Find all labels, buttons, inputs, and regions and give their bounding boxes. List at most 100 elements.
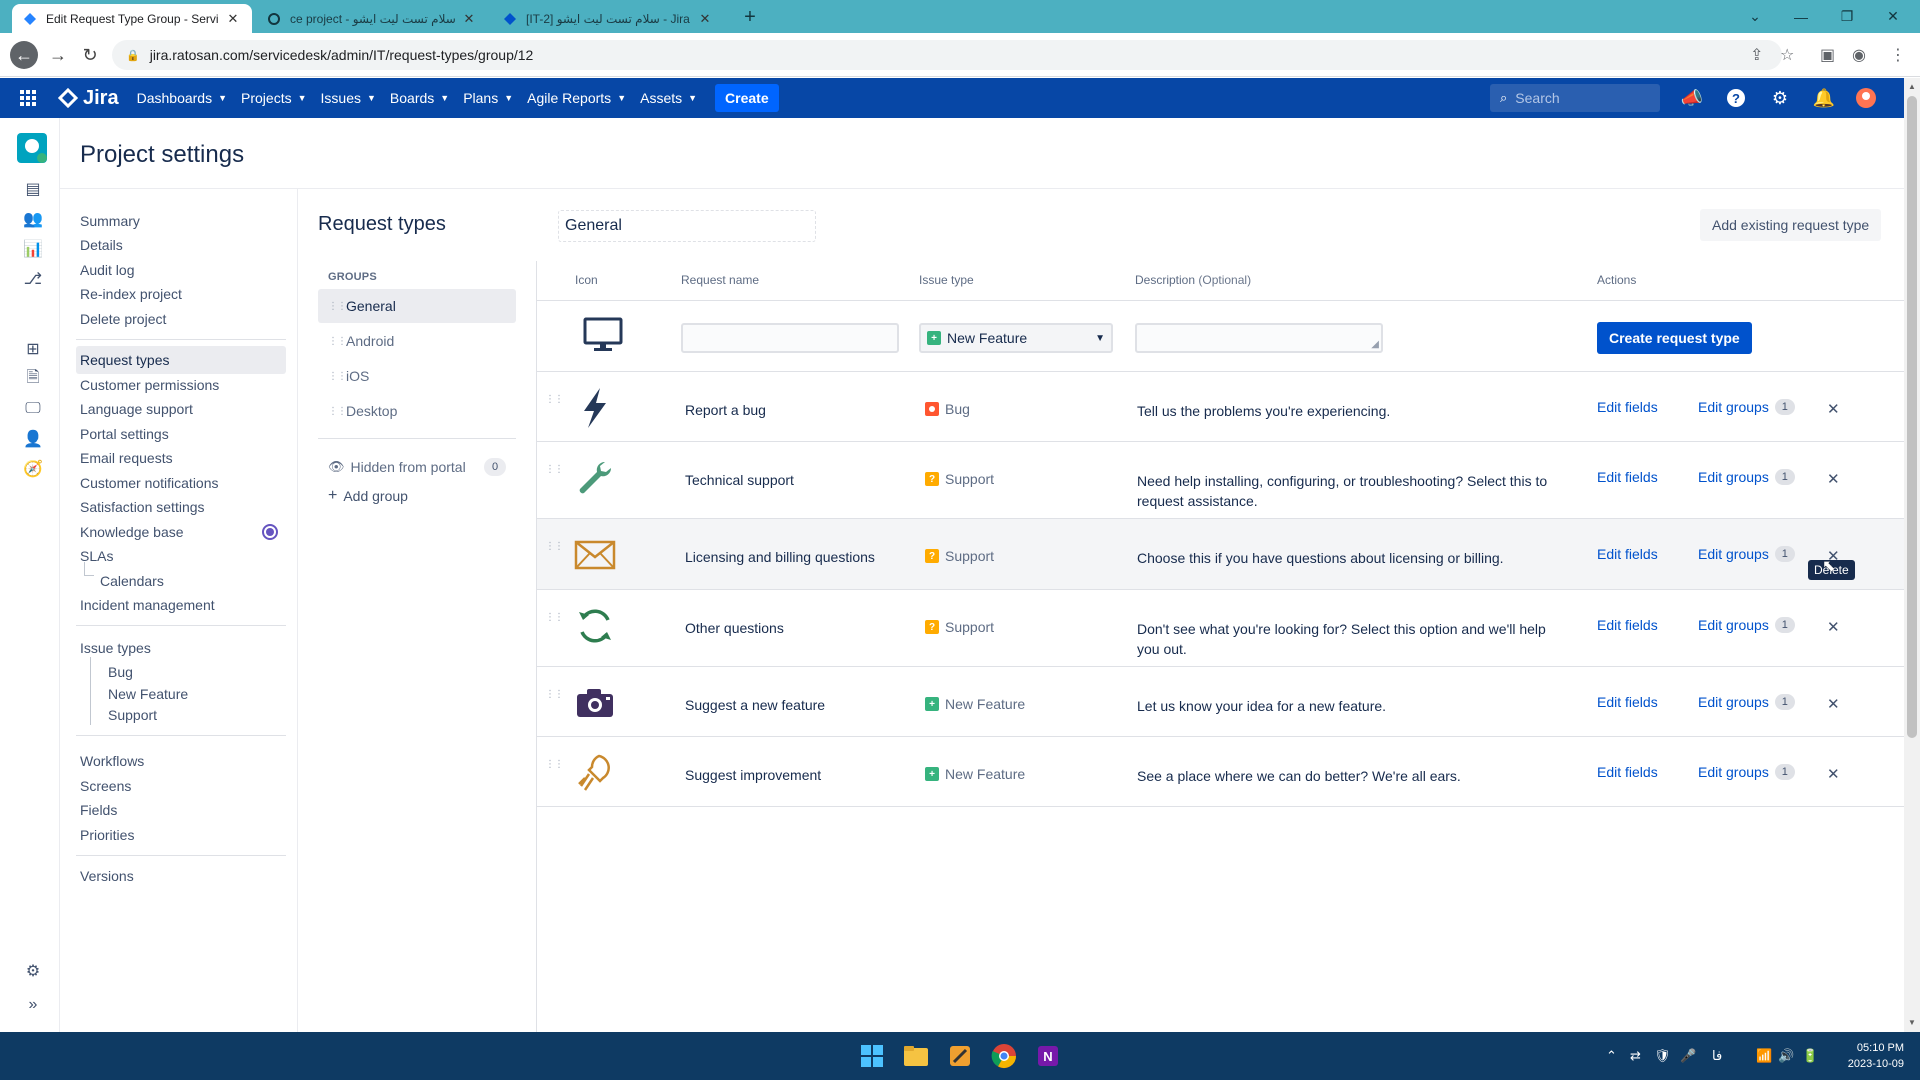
profile-avatar-icon[interactable]: ◉ (1852, 45, 1866, 65)
browser-tab[interactable]: ce project - سلام تست لیت ایشو ✕ (256, 4, 488, 33)
share-icon[interactable]: ⇪ (1750, 45, 1763, 65)
tab-search-chevron-icon[interactable]: ⌄ (1732, 0, 1778, 33)
table-row[interactable]: ⋮⋮ Report a bug Bug Tell us the problems… (537, 372, 1905, 441)
delete-icon[interactable]: ✕ (1827, 470, 1840, 488)
drag-handle-icon[interactable]: ⋮⋮ (545, 689, 564, 700)
edit-groups-link[interactable]: Edit groups 1 (1698, 546, 1795, 562)
expand-sidebar-icon[interactable]: » (22, 994, 44, 1016)
nav-workflows[interactable]: Workflows (76, 747, 286, 775)
table-row[interactable]: ⋮⋮ Suggest improvement + New Feature See … (537, 737, 1905, 806)
raise-request-icon[interactable]: ⊞ (22, 338, 44, 360)
drag-handle-icon[interactable]: ⋮⋮ (545, 541, 564, 552)
project-avatar[interactable] (16, 132, 48, 164)
browser-menu-icon[interactable]: ⋮ (1890, 45, 1906, 65)
tab-close-icon[interactable]: ✕ (224, 11, 242, 27)
edit-fields-link[interactable]: Edit fields (1597, 764, 1658, 780)
tab-close-icon[interactable]: ✕ (460, 11, 478, 27)
chrome-icon[interactable] (988, 1040, 1020, 1072)
file-explorer-icon[interactable] (900, 1040, 932, 1072)
scroll-up-icon[interactable]: ▲ (1908, 82, 1916, 91)
nav-reindex-project[interactable]: Re-index project (76, 280, 286, 308)
channels-monitor-icon[interactable]: 🖵 (22, 398, 44, 420)
forward-icon[interactable]: → (44, 41, 72, 69)
nav-delete-project[interactable]: Delete project (76, 305, 286, 333)
nav-priorities[interactable]: Priorities (76, 821, 286, 849)
show-hidden-icons-chevron-icon[interactable]: ⌃ (1606, 1048, 1617, 1064)
request-name[interactable]: Suggest improvement (685, 767, 821, 783)
table-row[interactable]: ⋮⋮ Technical support ? Support Need help … (537, 442, 1905, 518)
nav-language-support[interactable]: Language support (76, 395, 286, 423)
project-settings-icon[interactable]: ⚙ (22, 960, 44, 982)
nav-satisfaction-settings[interactable]: Satisfaction settings (76, 493, 286, 521)
scroll-down-icon[interactable]: ▼ (1908, 1018, 1916, 1027)
system-clock[interactable]: 05:10 PM 2023-10-09 (1840, 1040, 1904, 1072)
nav-request-types[interactable]: Request types (76, 346, 286, 374)
monitor-icon[interactable] (583, 317, 623, 356)
add-existing-request-type-button[interactable]: Add existing request type (1700, 209, 1882, 241)
settings-gear-icon[interactable]: ⚙ (1768, 86, 1792, 110)
scrollbar-thumb[interactable] (1907, 96, 1917, 738)
user-avatar[interactable] (1854, 86, 1878, 110)
sketch-app-icon[interactable] (944, 1040, 976, 1072)
drag-handle-icon[interactable]: ⋮⋮ (328, 301, 347, 312)
nav-menu-issues[interactable]: Issues ▼ (321, 90, 376, 106)
nav-menu-boards[interactable]: Boards ▼ (390, 90, 449, 106)
customers-icon[interactable]: 👥 (22, 208, 44, 230)
wifi-icon[interactable]: 📶 (1756, 1048, 1772, 1064)
drag-handle-icon[interactable]: ⋮⋮ (328, 336, 347, 347)
invite-team-icon[interactable]: 👤 (22, 428, 44, 450)
edit-groups-link[interactable]: Edit groups 1 (1698, 469, 1795, 485)
page-scrollbar[interactable]: ▲ ▼ (1904, 78, 1920, 1032)
delete-icon[interactable]: ✕ (1827, 765, 1840, 783)
issue-type-select[interactable]: + New Feature ▼ (919, 323, 1113, 353)
minimize-icon[interactable]: — (1778, 0, 1824, 33)
new-tab-icon[interactable]: + (738, 5, 762, 29)
group-general[interactable]: ⋮⋮ General (318, 289, 516, 323)
jira-logo[interactable]: Jira (58, 87, 119, 110)
nav-menu-plans[interactable]: Plans ▼ (463, 90, 513, 106)
add-group-button[interactable]: + Add group (328, 487, 408, 505)
bookmark-star-icon[interactable]: ☆ (1780, 45, 1794, 65)
create-request-type-button[interactable]: Create request type (1597, 322, 1752, 354)
edit-fields-link[interactable]: Edit fields (1597, 546, 1658, 562)
group-name-field[interactable]: General (558, 210, 816, 242)
nav-versions[interactable]: Versions (76, 862, 286, 890)
edit-fields-link[interactable]: Edit fields (1597, 694, 1658, 710)
nav-issue-type-support[interactable]: Support (104, 701, 286, 729)
delete-icon[interactable]: ✕ (1827, 618, 1840, 636)
network-transfer-icon[interactable]: ⇄ (1630, 1048, 1641, 1064)
nav-menu-agile-reports[interactable]: Agile Reports ▼ (527, 90, 626, 106)
nav-details[interactable]: Details (76, 231, 286, 259)
help-icon[interactable]: ? (1724, 86, 1748, 110)
microphone-icon[interactable]: 🎤 (1680, 1048, 1696, 1064)
edit-groups-link[interactable]: Edit groups 1 (1698, 764, 1795, 780)
nav-email-requests[interactable]: Email requests (76, 444, 286, 472)
app-switcher-icon[interactable] (14, 89, 42, 107)
edit-fields-link[interactable]: Edit fields (1597, 617, 1658, 633)
knowledge-page-icon[interactable]: 🗎 (22, 368, 44, 390)
nav-fields[interactable]: Fields (76, 796, 286, 824)
nav-incident-management[interactable]: Incident management (76, 591, 286, 619)
search-input[interactable]: ⌕ Search (1490, 84, 1660, 112)
request-name[interactable]: Other questions (685, 620, 784, 636)
browser-tab[interactable]: [IT-2] سلام تست لیت ایشو - Jira ✕ (492, 4, 724, 33)
edit-groups-link[interactable]: Edit groups 1 (1698, 399, 1795, 415)
reports-chart-icon[interactable]: 📊 (22, 238, 44, 260)
table-row[interactable]: ⋮⋮ Suggest a new feature + New Feature Le… (537, 667, 1905, 736)
code-tree-icon[interactable]: ⎇ (22, 268, 44, 290)
group-desktop[interactable]: ⋮⋮ Desktop (318, 394, 516, 428)
description-input[interactable]: ◢ (1135, 323, 1383, 353)
notifications-bell-icon[interactable]: 🔔 (1812, 86, 1836, 110)
request-name[interactable]: Licensing and billing questions (685, 549, 875, 565)
drag-handle-icon[interactable]: ⋮⋮ (328, 406, 347, 417)
edit-groups-link[interactable]: Edit groups 1 (1698, 694, 1795, 710)
onenote-icon[interactable]: N (1032, 1040, 1064, 1072)
group-android[interactable]: ⋮⋮ Android (318, 324, 516, 358)
back-icon[interactable]: ← (10, 41, 38, 69)
group-ios[interactable]: ⋮⋮ iOS (318, 359, 516, 393)
edit-groups-link[interactable]: Edit groups 1 (1698, 617, 1795, 633)
table-row[interactable]: ⋮⋮ Other questions ? Support Don't see wh… (537, 590, 1905, 666)
drag-handle-icon[interactable]: ⋮⋮ (545, 612, 564, 623)
nav-menu-assets[interactable]: Assets ▼ (640, 90, 697, 106)
queues-icon[interactable]: ▤ (22, 178, 44, 200)
